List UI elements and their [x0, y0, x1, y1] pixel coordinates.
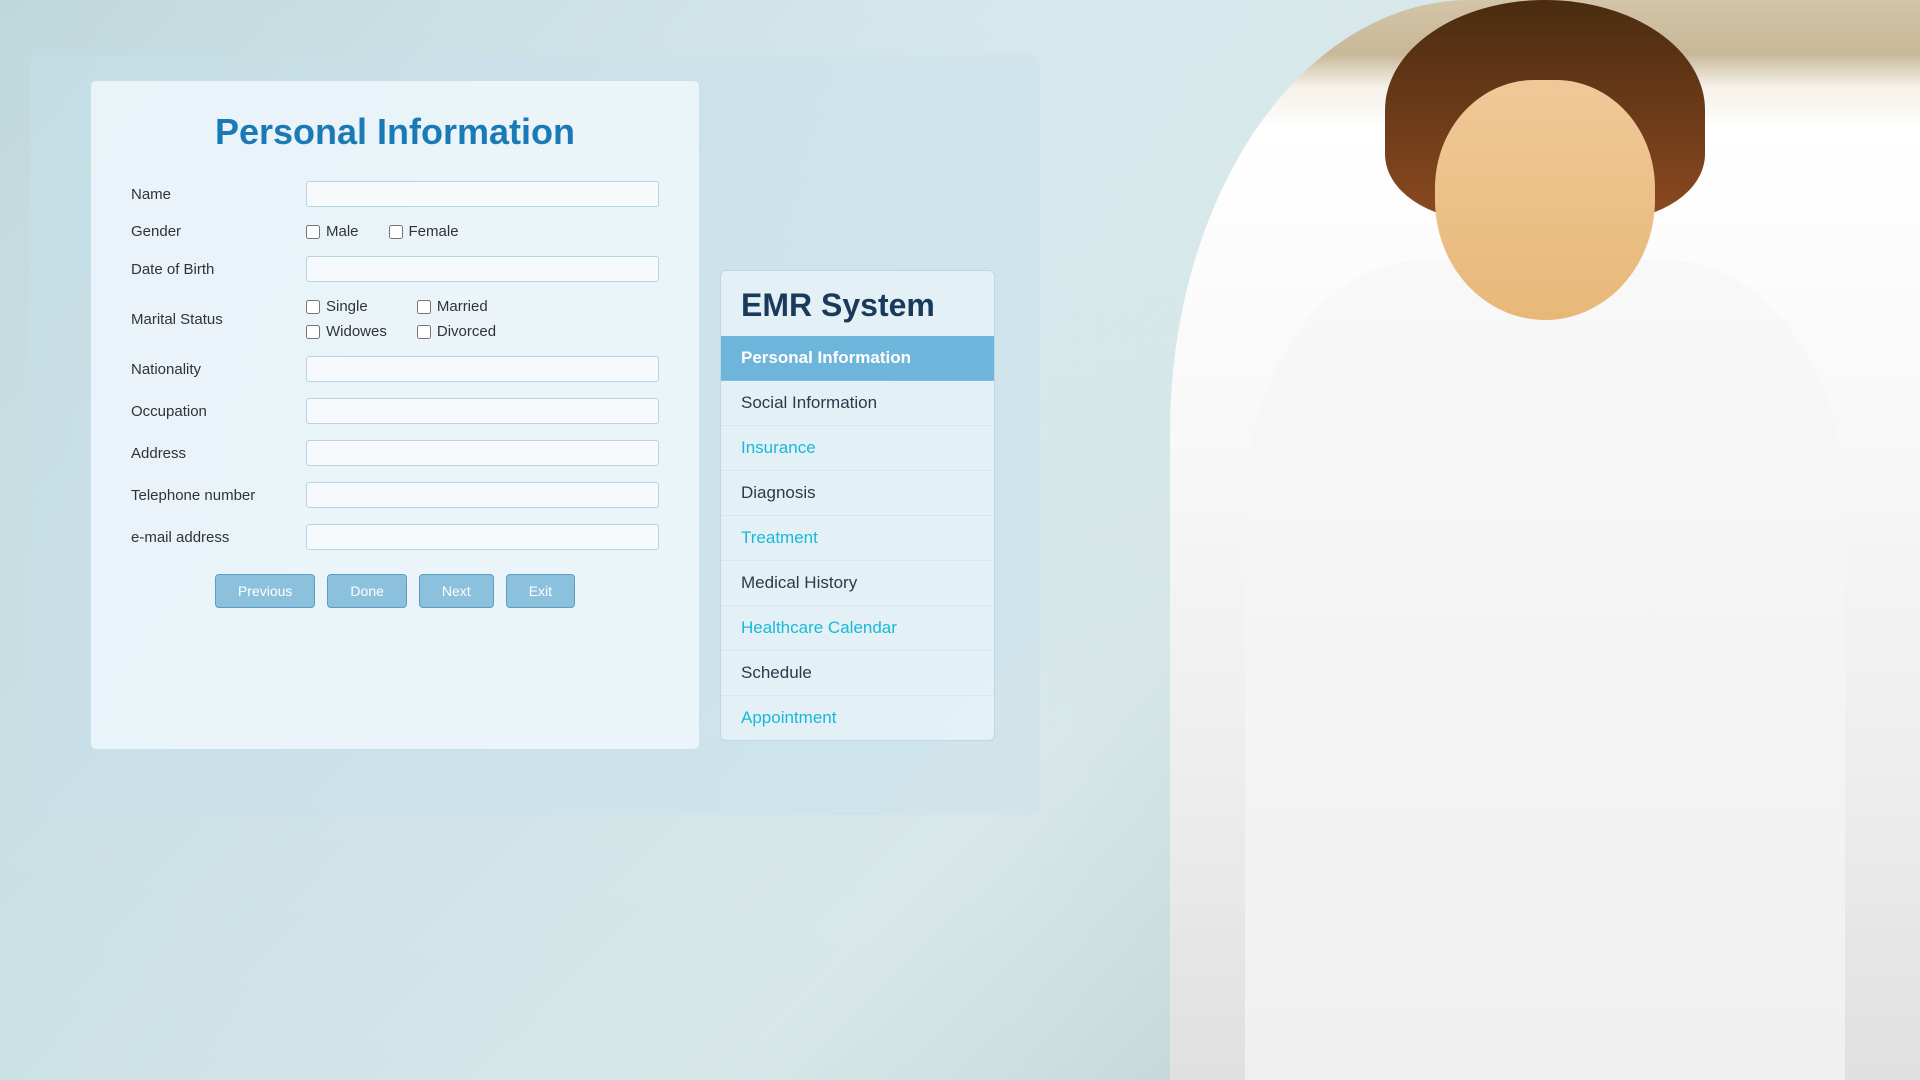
marital-widowes-label: Widowes	[326, 323, 387, 340]
marital-divorced[interactable]: Divorced	[417, 323, 498, 340]
marital-single[interactable]: Single	[306, 298, 387, 315]
previous-button[interactable]: Previous	[215, 574, 315, 608]
done-button[interactable]: Done	[327, 574, 406, 608]
address-row: Address	[131, 440, 659, 466]
marital-married-label: Married	[437, 298, 488, 315]
gender-options: Male Female	[306, 223, 459, 240]
emr-panel: EMR System Personal Information Social I…	[720, 270, 995, 741]
nationality-row: Nationality	[131, 356, 659, 382]
gender-male[interactable]: Male	[306, 223, 359, 240]
emr-menu-appointment[interactable]: Appointment	[721, 696, 994, 740]
gender-female[interactable]: Female	[389, 223, 459, 240]
gender-male-checkbox[interactable]	[306, 225, 320, 239]
email-input[interactable]	[306, 524, 659, 550]
next-button[interactable]: Next	[419, 574, 494, 608]
emr-title: EMR System	[721, 271, 994, 336]
gender-female-checkbox[interactable]	[389, 225, 403, 239]
dob-row: Date of Birth	[131, 256, 659, 282]
emr-menu-medical-history[interactable]: Medical History	[721, 561, 994, 606]
occupation-label: Occupation	[131, 403, 286, 420]
emr-menu-insurance[interactable]: Insurance	[721, 426, 994, 471]
form-title: Personal Information	[131, 111, 659, 153]
exit-button[interactable]: Exit	[506, 574, 575, 608]
nationality-label: Nationality	[131, 361, 286, 378]
emr-menu-healthcare-calendar[interactable]: Healthcare Calendar	[721, 606, 994, 651]
telephone-label: Telephone number	[131, 487, 286, 504]
marital-widowes[interactable]: Widowes	[306, 323, 387, 340]
form-buttons: Previous Done Next Exit	[131, 574, 659, 608]
doctor-face	[1435, 80, 1655, 320]
marital-married[interactable]: Married	[417, 298, 498, 315]
dob-input[interactable]	[306, 256, 659, 282]
emr-menu-diagnosis[interactable]: Diagnosis	[721, 471, 994, 516]
occupation-row: Occupation	[131, 398, 659, 424]
marital-widowes-checkbox[interactable]	[306, 325, 320, 339]
marital-single-label: Single	[326, 298, 368, 315]
emr-menu-personal-information[interactable]: Personal Information	[721, 336, 994, 381]
telephone-row: Telephone number	[131, 482, 659, 508]
doctor-coat	[1245, 260, 1845, 1080]
gender-label: Gender	[131, 223, 286, 240]
personal-info-form: Personal Information Name Gender Male Fe…	[90, 80, 700, 750]
telephone-input[interactable]	[306, 482, 659, 508]
gender-male-label: Male	[326, 223, 359, 240]
marital-row: Marital Status Single Married Widowes Di…	[131, 298, 659, 340]
address-label: Address	[131, 445, 286, 462]
address-input[interactable]	[306, 440, 659, 466]
marital-single-checkbox[interactable]	[306, 300, 320, 314]
name-row: Name	[131, 181, 659, 207]
marital-label: Marital Status	[131, 311, 286, 328]
dob-label: Date of Birth	[131, 261, 286, 278]
nationality-input[interactable]	[306, 356, 659, 382]
doctor-silhouette	[1170, 0, 1920, 1080]
email-label: e-mail address	[131, 529, 286, 546]
emr-menu-social-information[interactable]: Social Information	[721, 381, 994, 426]
name-input[interactable]	[306, 181, 659, 207]
gender-female-label: Female	[409, 223, 459, 240]
doctor-area	[1020, 0, 1920, 1080]
marital-divorced-checkbox[interactable]	[417, 325, 431, 339]
email-row: e-mail address	[131, 524, 659, 550]
marital-divorced-label: Divorced	[437, 323, 496, 340]
gender-row: Gender Male Female	[131, 223, 659, 240]
occupation-input[interactable]	[306, 398, 659, 424]
emr-menu-schedule[interactable]: Schedule	[721, 651, 994, 696]
marital-options: Single Married Widowes Divorced	[306, 298, 498, 340]
emr-menu-treatment[interactable]: Treatment	[721, 516, 994, 561]
marital-married-checkbox[interactable]	[417, 300, 431, 314]
name-label: Name	[131, 186, 286, 203]
